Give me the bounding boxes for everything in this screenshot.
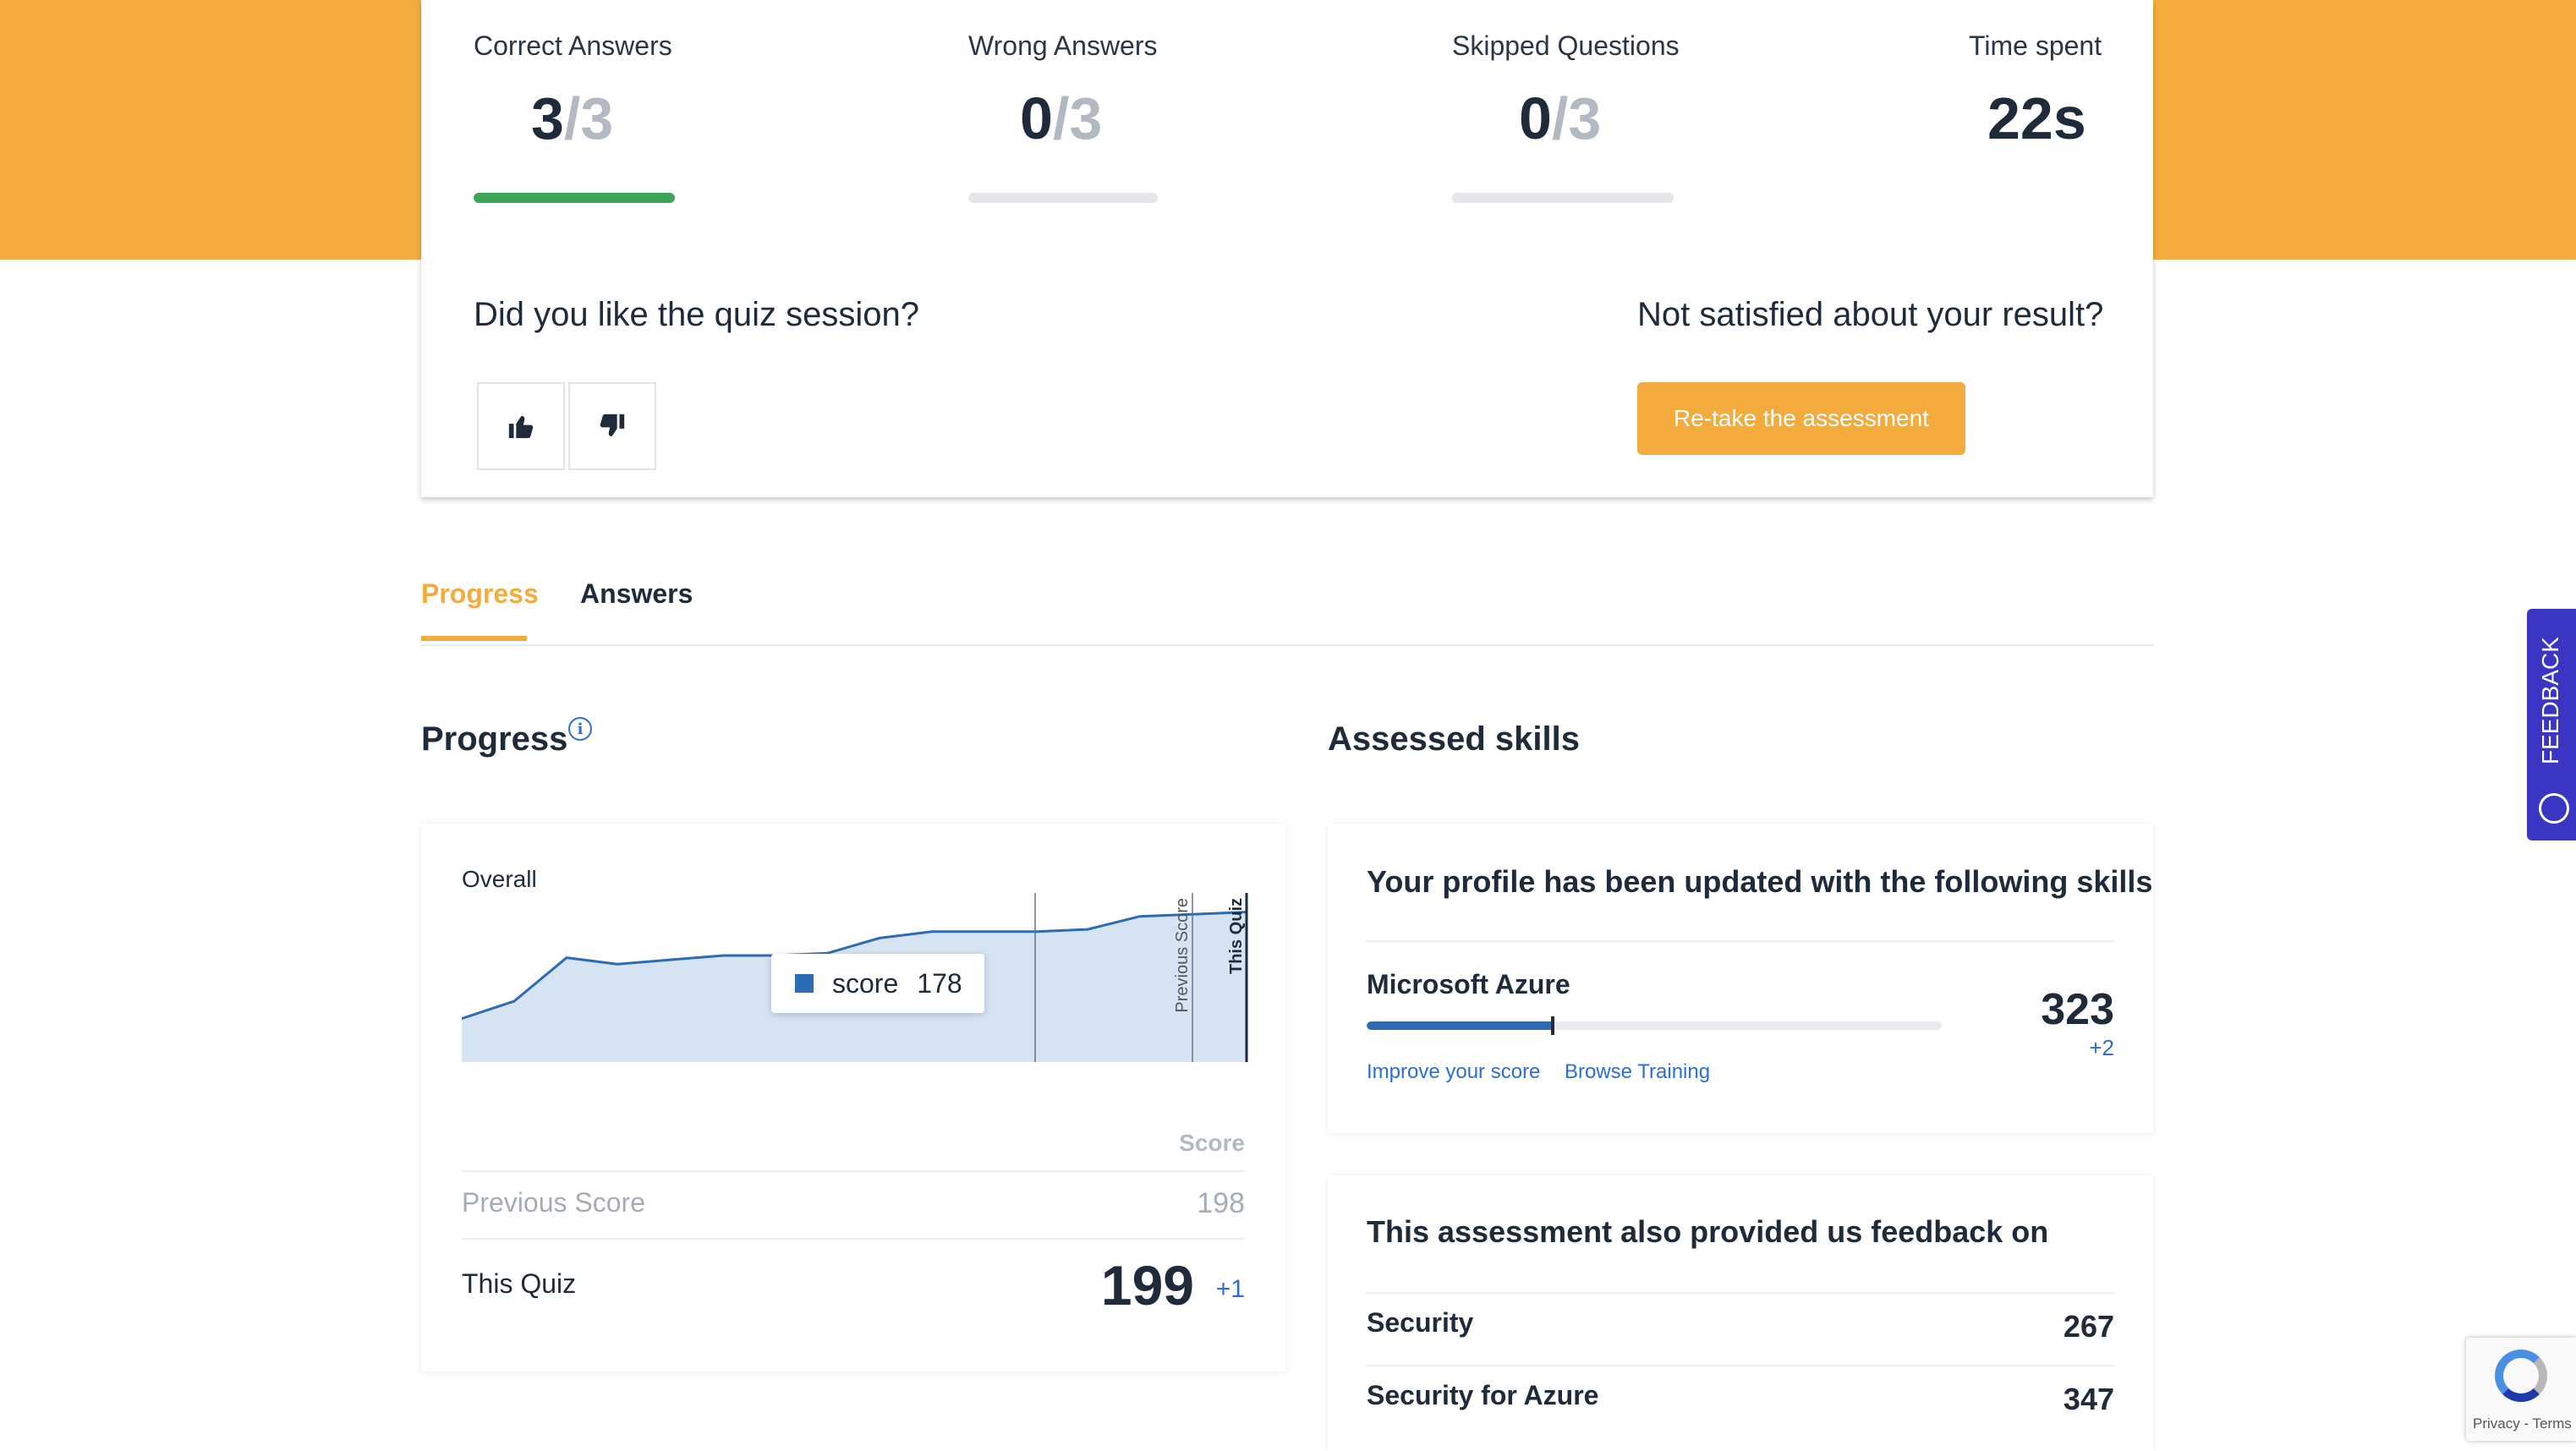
card-divider (1367, 1292, 2114, 1294)
wrong-answers-value: 0/3 (1020, 85, 1102, 152)
skipped-questions-bar (1452, 193, 1674, 203)
previous-score-label: Previous Score (462, 1187, 645, 1218)
correct-count: 3 (531, 85, 564, 151)
active-tab-indicator (421, 636, 527, 641)
this-quiz-score: 199 (1100, 1254, 1194, 1317)
feedback-item-security-for-azure: Security for Azure (1367, 1380, 1599, 1410)
progress-section-title: Progress (421, 720, 568, 758)
feedback-tab-label: FEEDBACK (2537, 637, 2563, 764)
retake-assessment-button[interactable]: Re-take the assessment (1637, 382, 1965, 455)
tooltip-value: 178 (917, 967, 962, 999)
feedback-side-tab[interactable]: FEEDBACK (2527, 609, 2576, 840)
row-divider (462, 1238, 1245, 1240)
wrong-count: 0 (1020, 85, 1053, 151)
correct-answers-bar (474, 193, 675, 203)
this-quiz-delta: +1 (1215, 1275, 1245, 1303)
skill-name: Microsoft Azure (1367, 969, 1570, 999)
wrong-total: /3 (1052, 85, 1103, 151)
skipped-total: /3 (1551, 85, 1602, 151)
correct-answers-value: 3/3 (531, 85, 613, 152)
chart-title: Overall (462, 866, 537, 892)
skills-updated-heading: Your profile has been updated with the f… (1367, 864, 2153, 899)
recaptcha-badge[interactable]: Privacy - Terms (2466, 1338, 2576, 1441)
card-divider (1367, 1365, 2114, 1366)
results-summary-card: Correct Answers 3/3 Wrong Answers 0/3 Sk… (421, 0, 2153, 497)
chart-tooltip: score 178 (771, 954, 984, 1013)
series-swatch (795, 974, 814, 993)
this-quiz-annotation: This Quiz (1227, 898, 1246, 974)
assessed-skills-title: Assessed skills (1328, 720, 1580, 758)
wrong-answers-stat: Wrong Answers (968, 30, 1158, 62)
like-question: Did you like the quiz session? (474, 296, 919, 333)
skipped-questions-label: Skipped Questions (1452, 30, 1680, 61)
time-spent-label: Time spent (1969, 30, 2102, 61)
progress-card: Overall Previous Score This Quiz score 17… (421, 824, 1285, 1372)
feedback-item-security: Security (1367, 1307, 1474, 1338)
tab-answers[interactable]: Answers (580, 578, 693, 610)
assessment-feedback-card: This assessment also provided us feedbac… (1328, 1175, 2153, 1451)
quiz-results-page: Correct Answers 3/3 Wrong Answers 0/3 Sk… (0, 0, 2576, 1451)
thumbs-up-button[interactable] (477, 382, 565, 470)
correct-answers-stat: Correct Answers (474, 30, 677, 62)
skipped-count: 0 (1519, 85, 1552, 151)
previous-score-value: 198 (1197, 1187, 1245, 1219)
recaptcha-terms: Privacy - Terms (2473, 1415, 2572, 1432)
this-quiz-label: This Quiz (462, 1268, 577, 1299)
recaptcha-icon (2495, 1350, 2547, 1402)
wrong-answers-bar (968, 193, 1158, 203)
browse-training-link[interactable]: Browse Training (1565, 1060, 1710, 1084)
skills-updated-card: Your profile has been updated with the f… (1328, 824, 2153, 1133)
previous-score-annotation: Previous Score (1173, 898, 1192, 1013)
skill-progress-fill (1367, 1021, 1551, 1030)
thumbs-down-icon (600, 413, 625, 437)
tab-progress[interactable]: Progress (421, 578, 539, 610)
feedback-score-security: 267 (2063, 1309, 2114, 1344)
skipped-questions-stat: Skipped Questions (1452, 30, 1680, 62)
thumbs-up-icon (508, 415, 534, 439)
correct-total: /3 (563, 85, 614, 151)
skill-score-delta: +2 (2089, 1035, 2114, 1060)
card-divider (1367, 940, 2114, 942)
skill-progress-track (1367, 1021, 1942, 1030)
time-spent-stat: Time spent (1969, 30, 2102, 62)
wrong-answers-label: Wrong Answers (968, 30, 1158, 61)
skill-score: 323 (2041, 985, 2114, 1034)
tabs-divider (421, 644, 2153, 646)
info-icon[interactable]: i (568, 717, 592, 741)
not-satisfied-question: Not satisfied about your result? (1637, 296, 2104, 333)
row-divider (462, 1170, 1245, 1172)
score-column-header: Score (1179, 1130, 1245, 1156)
thumbs-down-button[interactable] (568, 382, 656, 470)
skipped-questions-value: 0/3 (1519, 85, 1601, 152)
correct-answers-label: Correct Answers (474, 30, 672, 61)
skill-progress-marker (1550, 1016, 1554, 1035)
tooltip-series-label: score (832, 967, 899, 999)
feedback-heading: This assessment also provided us feedbac… (1367, 1214, 2049, 1249)
feedback-icon (2539, 793, 2569, 824)
time-spent-value: 22s (1987, 85, 2086, 151)
feedback-score-security-for-azure: 347 (2063, 1382, 2114, 1416)
improve-score-link[interactable]: Improve your score (1367, 1060, 1540, 1084)
